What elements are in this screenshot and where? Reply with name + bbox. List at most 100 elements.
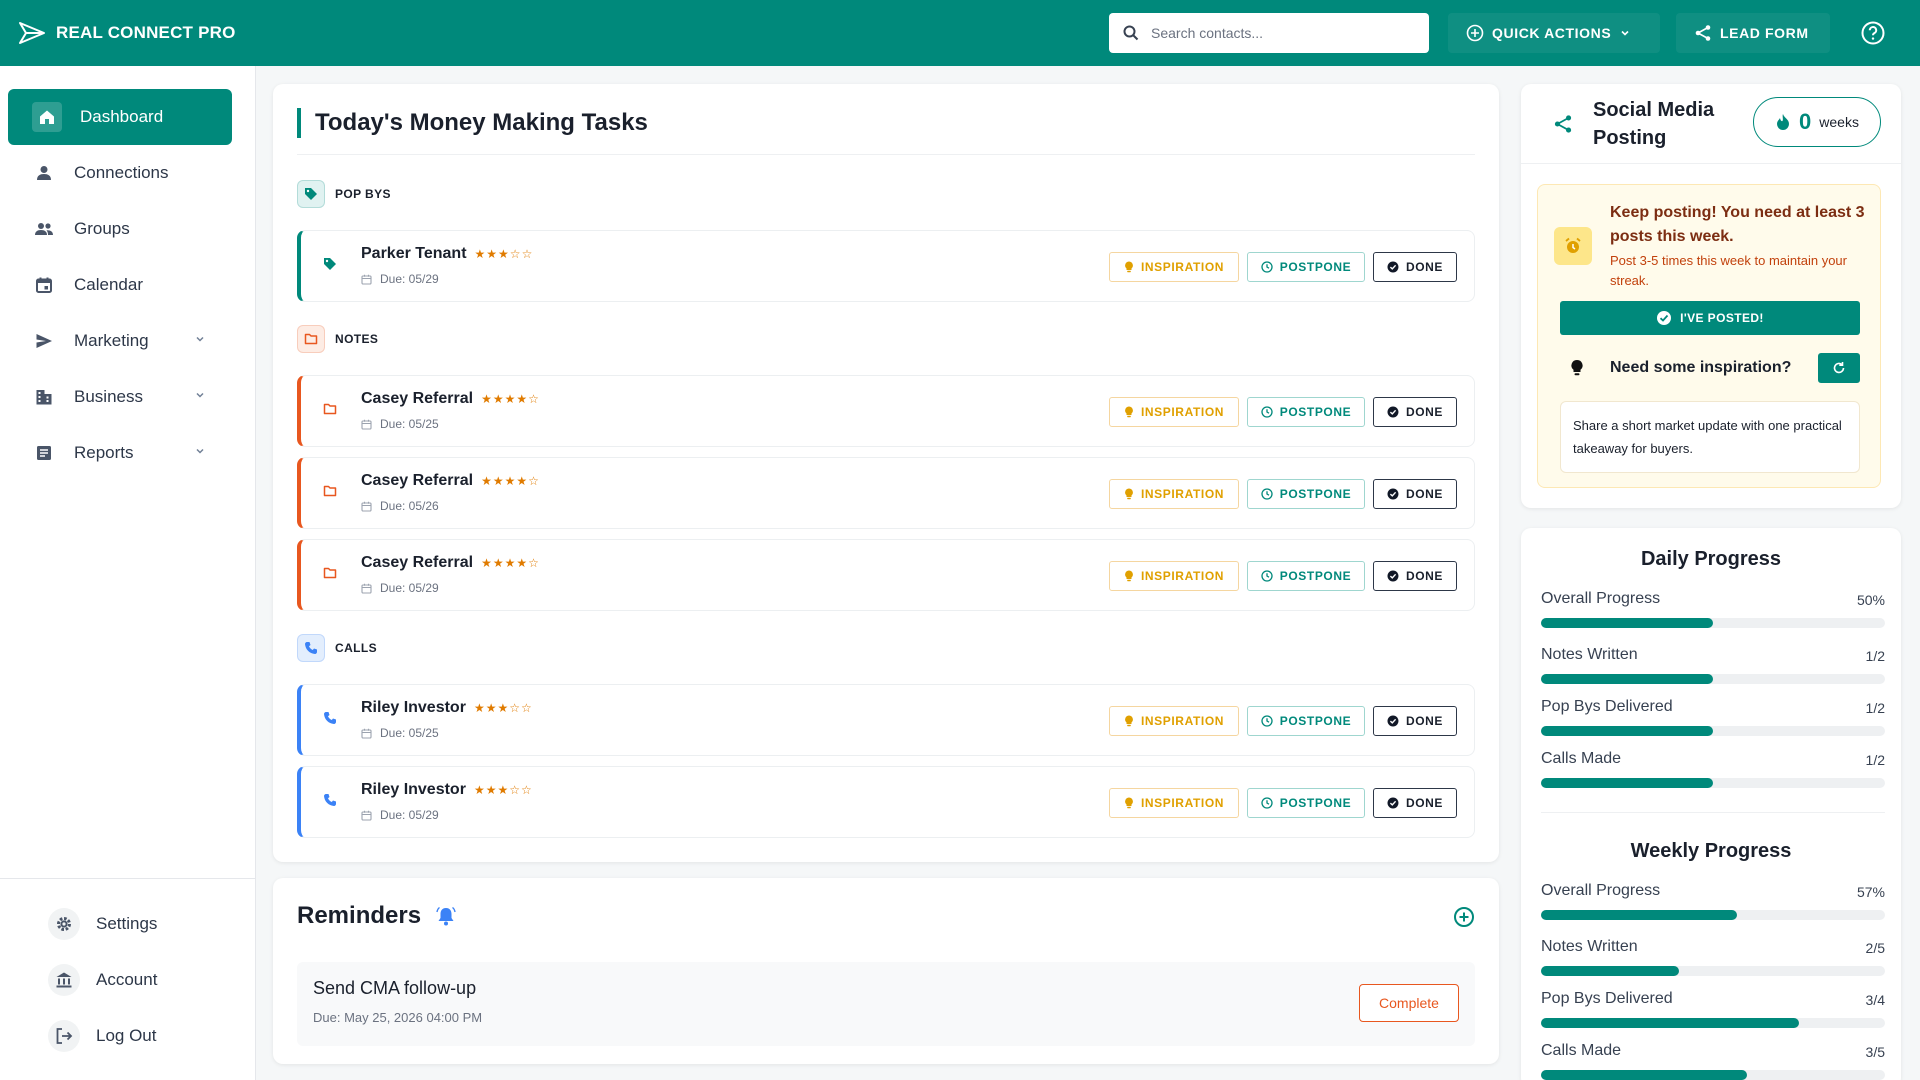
chevron-down-icon <box>194 333 206 345</box>
posting-hint: Post 3-5 times this week to maintain you… <box>1610 253 1847 288</box>
done-button[interactable]: DONE <box>1373 479 1457 509</box>
lead-form-button[interactable]: LEAD FORM <box>1676 13 1830 53</box>
progress-label: Overall Progress <box>1541 882 1661 899</box>
inspiration-button[interactable]: INSPIRATION <box>1109 706 1239 736</box>
logo-icon <box>19 22 45 44</box>
due-date: Due: 05/29 <box>380 581 439 595</box>
lightbulb-icon <box>1571 359 1583 376</box>
progress-card: Daily Progress Overall Progress 50% Notes … <box>1521 528 1901 1080</box>
section-label-text: CALLS <box>335 641 377 655</box>
calendar-icon <box>361 274 372 285</box>
task-due: Due: 05/29 <box>361 272 439 286</box>
rating-stars: ★★★★☆ <box>481 392 540 406</box>
streak-badge: 0 weeks <box>1753 97 1881 147</box>
sidebar-item-label: Log Out <box>96 1026 157 1045</box>
inspiration-button[interactable]: INSPIRATION <box>1109 397 1239 427</box>
help-icon[interactable] <box>1860 20 1886 46</box>
complete-button[interactable]: Complete <box>1359 984 1459 1022</box>
calendar-icon <box>361 810 372 821</box>
contact-name[interactable]: Casey Referral <box>361 390 473 408</box>
refresh-inspiration-button[interactable] <box>1818 353 1860 383</box>
postpone-button[interactable]: POSTPONE <box>1247 788 1365 818</box>
done-button[interactable]: DONE <box>1373 252 1457 282</box>
sidebar-item-dashboard[interactable]: Dashboard <box>8 89 232 145</box>
tasks-card: Today's Money Making Tasks POP BYS Parker… <box>273 84 1499 862</box>
calendar-icon <box>361 583 372 594</box>
quick-actions-button[interactable]: QUICK ACTIONS <box>1448 13 1660 53</box>
sidebar-item-log-out[interactable]: Log Out <box>48 1016 157 1056</box>
due-date: Due: 05/29 <box>380 272 439 286</box>
sidebar-item-label: Calendar <box>74 275 143 294</box>
progress-label: Calls Made <box>1541 750 1622 767</box>
sidebar-item-settings[interactable]: Settings <box>48 904 157 944</box>
inspiration-button[interactable]: INSPIRATION <box>1109 788 1239 818</box>
search-input[interactable] <box>1151 25 1411 41</box>
inspiration-label: INSPIRATION <box>1140 796 1225 810</box>
task-due: Due: 05/29 <box>361 581 439 595</box>
postpone-button[interactable]: POSTPONE <box>1247 397 1365 427</box>
inspiration-button[interactable]: INSPIRATION <box>1109 479 1239 509</box>
postpone-label: POSTPONE <box>1279 796 1352 810</box>
sidebar-item-calendar[interactable]: Calendar <box>8 257 232 313</box>
due-date: Due: 05/26 <box>380 499 439 513</box>
inspiration-button[interactable]: INSPIRATION <box>1109 252 1239 282</box>
section-notes: NOTES <box>297 325 378 353</box>
progress-value: 1/2 <box>1865 700 1885 716</box>
clock-icon <box>1261 715 1273 727</box>
sidebar-item-marketing[interactable]: Marketing <box>8 313 232 369</box>
bell-icon <box>436 906 456 926</box>
progress-label: Notes Written <box>1541 938 1638 955</box>
social-media-card: Social Media Posting 0 weeks Keep postin… <box>1521 84 1901 508</box>
sidebar-item-label: Connections <box>74 163 169 182</box>
contact-name[interactable]: Parker Tenant <box>361 245 467 263</box>
check-circle-icon <box>1657 311 1672 325</box>
contact-name[interactable]: Riley Investor <box>361 781 466 799</box>
progress-track <box>1541 778 1885 788</box>
postpone-button[interactable]: POSTPONE <box>1247 479 1365 509</box>
check-circle-icon <box>1387 406 1399 418</box>
postpone-button[interactable]: POSTPONE <box>1247 252 1365 282</box>
app-name: REAL CONNECT PRO <box>56 23 236 42</box>
search-box[interactable] <box>1109 13 1429 53</box>
progress-track <box>1541 674 1885 684</box>
clock-icon <box>1261 406 1273 418</box>
rating-stars: ★★★☆☆ <box>473 783 533 797</box>
progress-label: Overall Progress <box>1541 590 1661 607</box>
ive-posted-button[interactable]: I'VE POSTED! <box>1560 301 1860 335</box>
task-row: Casey Referral ★★★★☆ Due: 05/29 INSPIRATION… <box>297 539 1475 611</box>
contact-name[interactable]: Casey Referral <box>361 472 473 490</box>
add-reminder-icon[interactable] <box>1453 906 1475 928</box>
logout-icon <box>48 1020 80 1052</box>
check-circle-icon <box>1387 715 1399 727</box>
sidebar-item-business[interactable]: Business <box>8 369 232 425</box>
sidebar-item-account[interactable]: Account <box>48 960 157 1000</box>
social-title: Social Media Posting <box>1593 99 1715 149</box>
postpone-button[interactable]: POSTPONE <box>1247 706 1365 736</box>
sidebar-item-connections[interactable]: Connections <box>8 145 232 201</box>
sidebar-item-groups[interactable]: Groups <box>8 201 232 257</box>
task-title: Casey Referral ★★★★☆ <box>361 472 540 490</box>
done-button[interactable]: DONE <box>1373 397 1457 427</box>
app-logo[interactable]: REAL CONNECT PRO <box>18 21 236 45</box>
contact-name[interactable]: Casey Referral <box>361 554 473 572</box>
calendar-icon <box>361 501 372 512</box>
postpone-label: POSTPONE <box>1279 714 1352 728</box>
inspiration-button[interactable]: INSPIRATION <box>1109 561 1239 591</box>
daily-progress-row: Calls Made 1/2 <box>1541 750 1885 788</box>
task-due: Due: 05/29 <box>361 808 439 822</box>
postpone-button[interactable]: POSTPONE <box>1247 561 1365 591</box>
sidebar-item-reports[interactable]: Reports <box>8 425 232 481</box>
refresh-icon <box>1833 362 1845 374</box>
rating-stars: ★★★★☆ <box>481 474 540 488</box>
contact-name[interactable]: Riley Investor <box>361 699 466 717</box>
done-button[interactable]: DONE <box>1373 788 1457 818</box>
due-date: Due: 05/25 <box>380 726 439 740</box>
sidebar-divider <box>0 878 256 879</box>
weekly-progress-row: Overall Progress 57% <box>1541 882 1885 920</box>
progress-value: 1/2 <box>1865 648 1885 664</box>
clock-icon <box>1261 261 1273 273</box>
done-button[interactable]: DONE <box>1373 706 1457 736</box>
daily-progress-title: Daily Progress <box>1640 548 1782 570</box>
done-button[interactable]: DONE <box>1373 561 1457 591</box>
weekly-progress-title: Weekly Progress <box>1630 840 1792 862</box>
